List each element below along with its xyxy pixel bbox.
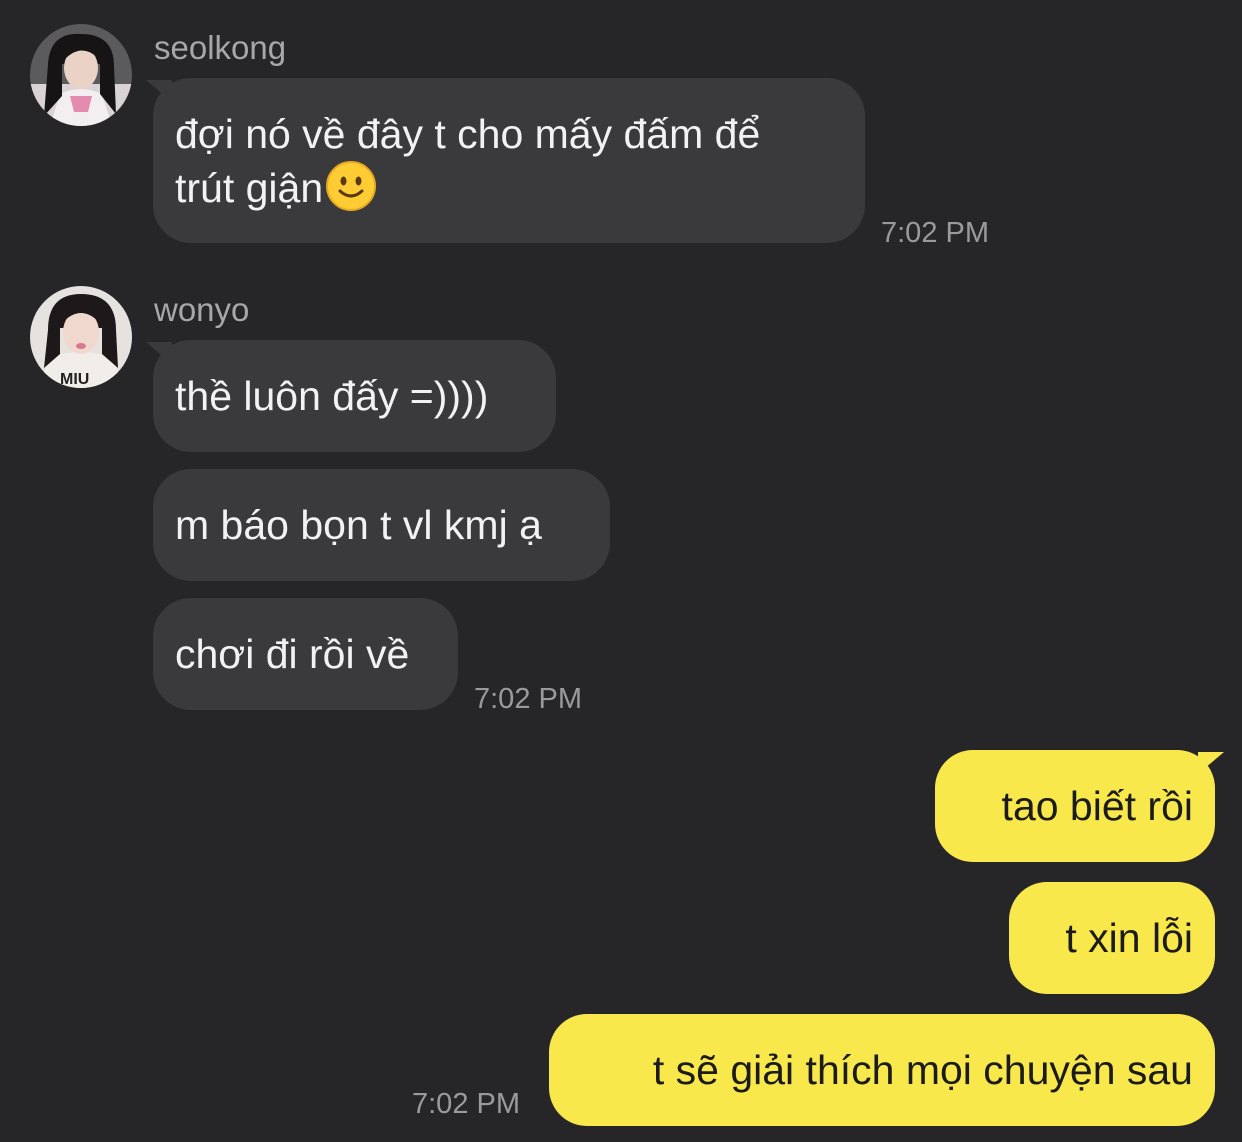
message-bubble[interactable]: chơi đi rồi về [153,598,458,710]
message-text: m báo bọn t vl kmj ạ [175,502,542,548]
timestamp: 7:02 PM [881,217,989,249]
avatar-seolkong[interactable] [30,24,132,126]
timestamp: 7:02 PM [412,1088,520,1120]
seolkong-avatar-image [30,24,132,126]
message-text-line: đợi nó về đây t cho mấy đấm để [175,111,761,157]
wonyo-avatar-image: MIU [30,286,132,388]
sender-name-seolkong: seolkong [154,29,287,66]
slightly-smiling-face-icon [325,160,377,212]
message-bubble-outgoing[interactable]: t sẽ giải thích mọi chuyện sau [549,1014,1215,1126]
message-bubble-outgoing[interactable]: tao biết rồi [935,750,1215,862]
message-text: chơi đi rồi về [175,631,410,677]
sender-name-wonyo: wonyo [154,291,250,328]
timestamp: 7:02 PM [474,683,582,715]
message-text: t sẽ giải thích mọi chuyện sau [652,1047,1193,1093]
svg-text:MIU: MIU [60,371,89,388]
avatar-wonyo[interactable]: MIU [30,286,132,388]
message-text: tao biết rồi [1001,783,1193,829]
message-text: trút giận [175,165,324,211]
message-bubble[interactable]: đợi nó về đây t cho mấy đấm để trút giận [153,78,865,243]
message-bubble[interactable]: thề luôn đấy =)))) [153,340,556,452]
message-text: thề luôn đấy =)))) [175,373,489,419]
message-text-line: trút giận [175,160,843,214]
message-text: t xin lỗi [1065,915,1193,961]
message-bubble[interactable]: m báo bọn t vl kmj ạ [153,469,610,581]
message-bubble-outgoing[interactable]: t xin lỗi [1009,882,1215,994]
